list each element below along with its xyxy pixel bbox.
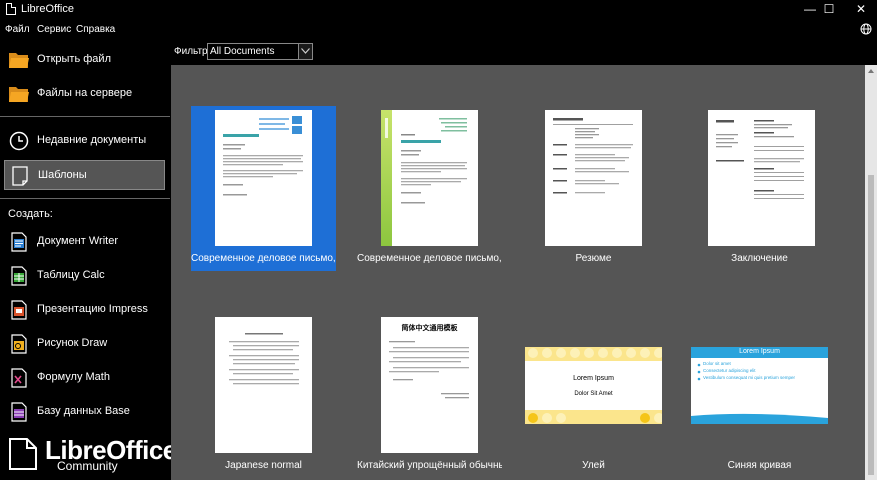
template-thumbnail: 简体中文通用模板 bbox=[381, 317, 478, 453]
template-icon bbox=[12, 166, 28, 186]
template-thumbnail bbox=[215, 110, 312, 246]
recent-documents-label: Недавние документы bbox=[37, 134, 147, 146]
filter-dropdown[interactable]: All Documents bbox=[207, 43, 313, 60]
globe-icon[interactable] bbox=[860, 23, 872, 35]
remote-folder-icon bbox=[9, 87, 29, 102]
template-tile[interactable]: Современное деловое письмо,... bbox=[191, 106, 336, 271]
create-impress-button[interactable]: Презентацию Impress bbox=[4, 295, 165, 325]
start-center-sidebar: Открыть файл Файлы на сервере Недавние д… bbox=[0, 41, 177, 480]
maximize-button[interactable]: ☐ bbox=[811, 0, 847, 18]
window-title: LibreOffice bbox=[21, 3, 74, 15]
remote-files-button[interactable]: Файлы на сервере bbox=[4, 79, 165, 109]
template-thumbnail bbox=[545, 110, 642, 246]
logo-edition: Community bbox=[57, 459, 118, 473]
template-caption: Современное деловое письмо,... bbox=[357, 253, 502, 264]
math-icon bbox=[11, 368, 27, 388]
scrollbar-thumb[interactable] bbox=[868, 175, 874, 475]
template-caption: Китайский упрощённый обычный bbox=[357, 460, 502, 471]
create-base-button[interactable]: Базу данных Base bbox=[4, 397, 165, 427]
template-tile[interactable]: Современное деловое письмо,... bbox=[357, 106, 502, 271]
template-caption: Japanese normal bbox=[225, 460, 302, 471]
template-thumbnail: Lorem Ipsum Dolor Sit Amet bbox=[525, 347, 662, 424]
impress-icon bbox=[11, 300, 27, 320]
template-thumb-line: Consectetur adipiscing elit bbox=[703, 368, 756, 373]
libreoffice-app-icon bbox=[6, 3, 16, 15]
template-caption: Современное деловое письмо,... bbox=[191, 253, 336, 264]
template-tile[interactable]: 简体中文通用模板 Китайский упрощённый обычный bbox=[357, 313, 502, 478]
create-calc-button[interactable]: Таблицу Calc bbox=[4, 261, 165, 291]
close-button[interactable]: ✕ bbox=[843, 0, 877, 18]
template-thumb-text1: Lorem Ipsum bbox=[573, 375, 614, 382]
template-thumb-line: Dolor sit amet bbox=[703, 361, 731, 366]
menu-bar: Файл Сервис Справка bbox=[0, 20, 877, 40]
menu-file[interactable]: Файл bbox=[5, 24, 30, 35]
libreoffice-doc-icon bbox=[9, 438, 37, 470]
template-tile[interactable]: Lorem Ipsum Dolor Sit Amet Улей bbox=[521, 313, 666, 478]
template-thumbnail: Lorem Ipsum Dolor sit amet Consectetur a… bbox=[691, 347, 828, 424]
filter-value: All Documents bbox=[210, 46, 275, 57]
create-writer-label: Документ Writer bbox=[37, 235, 118, 247]
templates-button[interactable]: Шаблоны bbox=[4, 160, 165, 190]
folder-icon bbox=[9, 53, 29, 68]
template-tile[interactable]: Japanese normal bbox=[191, 313, 336, 478]
filter-label: Фильтр: bbox=[174, 46, 211, 57]
template-caption: Заключение bbox=[731, 253, 788, 264]
menu-tools[interactable]: Сервис bbox=[37, 24, 71, 35]
chevron-down-icon[interactable] bbox=[298, 44, 312, 59]
template-thumbnail bbox=[708, 110, 815, 246]
create-draw-label: Рисунок Draw bbox=[37, 337, 108, 349]
open-file-label: Открыть файл bbox=[37, 53, 111, 65]
create-math-label: Формулу Math bbox=[37, 371, 110, 383]
calc-icon bbox=[11, 266, 27, 286]
templates-label: Шаблоны bbox=[38, 169, 87, 181]
create-impress-label: Презентацию Impress bbox=[37, 303, 148, 315]
template-thumb-line: Vestibulum consequat mi quis pretium sem… bbox=[703, 375, 796, 380]
template-thumbnail bbox=[381, 110, 478, 246]
recent-documents-button[interactable]: Недавние документы bbox=[4, 126, 165, 156]
template-grid: Современное деловое письмо,... Современн… bbox=[171, 65, 865, 480]
remote-files-label: Файлы на сервере bbox=[37, 87, 133, 99]
sidebar-divider bbox=[0, 198, 170, 199]
menu-help[interactable]: Справка bbox=[76, 24, 115, 35]
draw-icon bbox=[11, 334, 27, 354]
clock-icon bbox=[9, 131, 29, 151]
create-writer-button[interactable]: Документ Writer bbox=[4, 227, 165, 257]
template-thumb-text2: Dolor Sit Amet bbox=[574, 391, 613, 397]
open-file-button[interactable]: Открыть файл bbox=[4, 45, 165, 75]
vertical-scrollbar[interactable] bbox=[865, 65, 877, 480]
template-thumbnail bbox=[215, 317, 312, 453]
create-base-label: Базу данных Base bbox=[37, 405, 130, 417]
create-draw-button[interactable]: Рисунок Draw bbox=[4, 329, 165, 359]
template-caption: Резюме bbox=[575, 253, 612, 264]
create-label: Создать: bbox=[8, 208, 53, 220]
template-tile[interactable]: Заключение bbox=[687, 106, 832, 271]
template-tile[interactable]: Lorem Ipsum Dolor sit amet Consectetur a… bbox=[687, 313, 832, 478]
title-bar: LibreOffice — ☐ ✕ bbox=[0, 0, 877, 18]
writer-icon bbox=[11, 232, 27, 252]
template-tile[interactable]: Резюме bbox=[521, 106, 666, 271]
template-thumb-title: Lorem Ipsum bbox=[739, 348, 780, 355]
template-caption: Улей bbox=[582, 460, 605, 471]
create-calc-label: Таблицу Calc bbox=[37, 269, 105, 281]
create-math-button[interactable]: Формулу Math bbox=[4, 363, 165, 393]
sidebar-divider bbox=[0, 116, 170, 117]
template-caption: Синяя кривая bbox=[727, 460, 792, 471]
base-icon bbox=[11, 402, 27, 422]
scroll-up-icon[interactable] bbox=[868, 69, 874, 73]
